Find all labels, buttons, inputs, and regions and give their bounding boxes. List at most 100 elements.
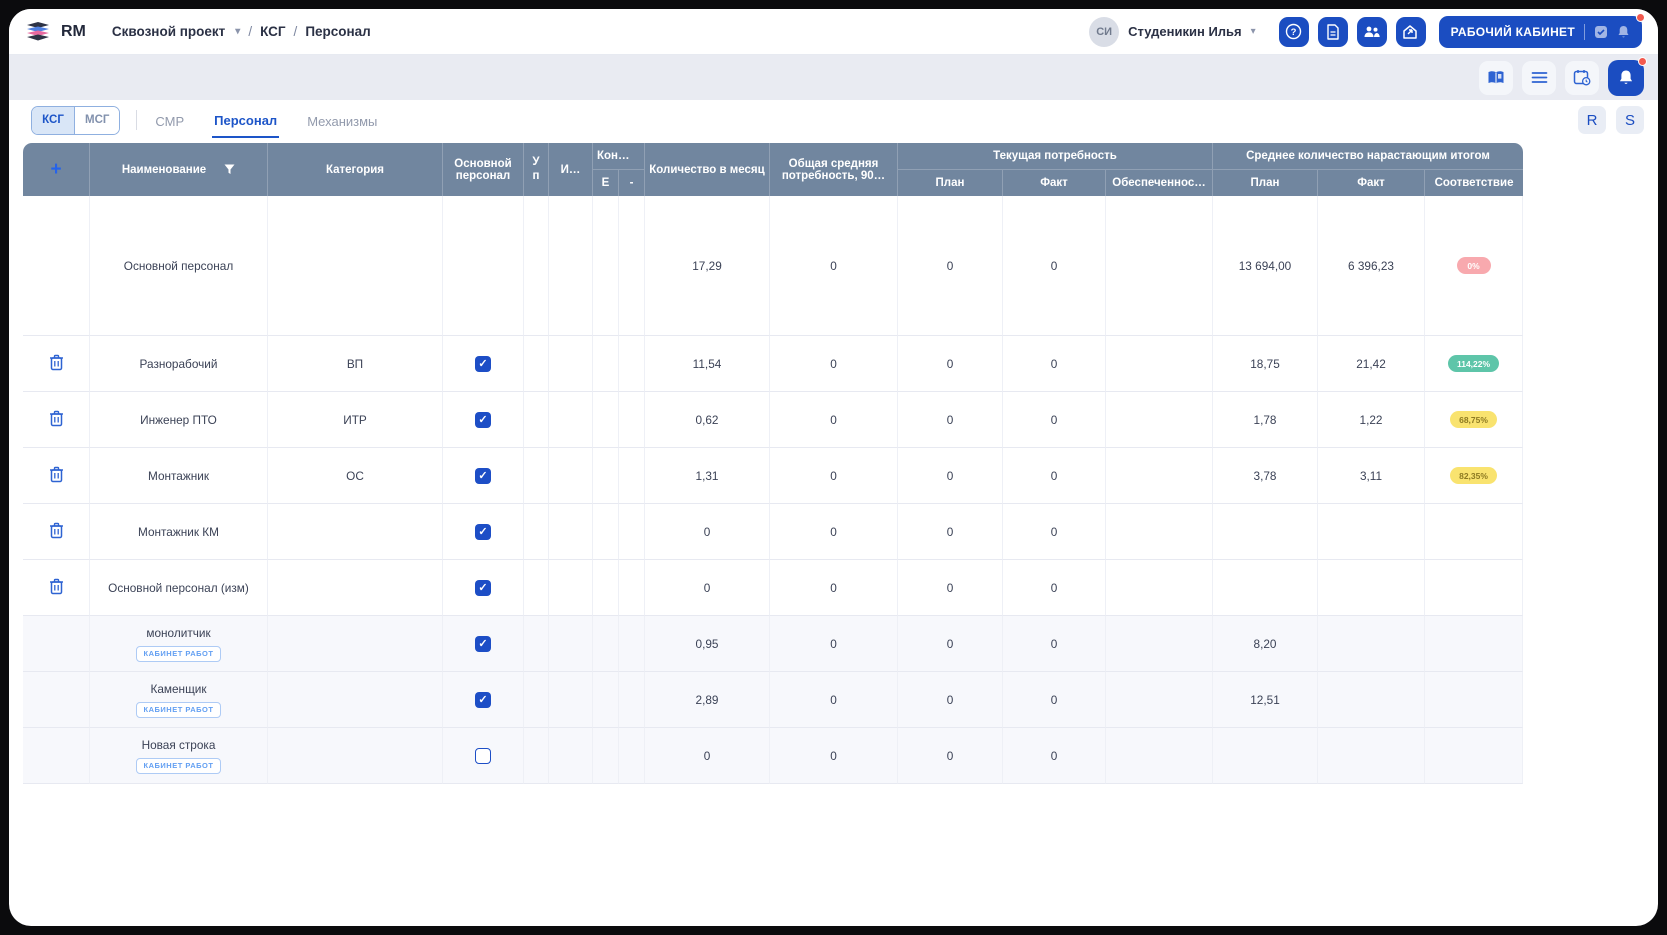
list-icon — [1531, 72, 1547, 83]
cell-actions — [23, 728, 90, 784]
table-row: Монтажник ОС ✓ 1,31 0 0 0 3,78 3,11 82,3… — [23, 448, 1524, 504]
cell-category: ВП — [268, 336, 443, 392]
avatar[interactable]: СИ — [1089, 16, 1120, 47]
column-header-up[interactable]: У п — [524, 143, 549, 196]
column-header-i[interactable]: И… — [549, 143, 593, 196]
cell-main-personnel: ✓ — [443, 616, 524, 672]
column-header-qty-month[interactable]: Количество в месяц — [645, 143, 770, 196]
personnel-table: + Наименование Категория Основной персон… — [23, 143, 1524, 784]
chevron-down-icon[interactable]: ▾ — [235, 26, 240, 37]
delete-row-button[interactable] — [49, 466, 64, 483]
cell-total-avg: 0 — [770, 336, 898, 392]
workspace-button[interactable]: РАБОЧИЙ КАБИНЕТ — [1438, 12, 1645, 48]
cell-provision — [1106, 336, 1213, 392]
add-row-button[interactable]: + — [50, 159, 61, 180]
main-personnel-checkbox[interactable]: ✓ — [475, 355, 491, 372]
cell-match — [1425, 504, 1524, 560]
app-logo-icon — [27, 21, 49, 40]
column-header-main-personnel[interactable]: Основной персонал — [443, 143, 524, 196]
cell-kon-e — [593, 196, 619, 336]
main-personnel-checkbox[interactable]: ✓ — [475, 691, 491, 708]
column-header-current-plan[interactable]: План — [898, 169, 1003, 196]
cell-name: монолитчик КАБИНЕТ РАБОТ — [90, 616, 268, 672]
cell-avg-plan — [1213, 560, 1318, 616]
cell-up — [524, 616, 549, 672]
cell-current-fact: 0 — [1003, 392, 1106, 448]
notifications-button[interactable] — [1608, 56, 1647, 96]
main-personnel-checkbox[interactable]: ✓ — [475, 635, 491, 652]
row-name: Монтажник — [147, 468, 210, 483]
main-personnel-checkbox[interactable]: ✓ — [475, 467, 491, 484]
schedule-button[interactable] — [1565, 60, 1599, 95]
column-header-avg-fact[interactable]: Факт — [1318, 169, 1425, 196]
column-header-provision[interactable]: Обеспеченнос… — [1106, 169, 1213, 196]
cell-category — [268, 196, 443, 336]
main-personnel-checkbox[interactable]: ✓ — [475, 579, 491, 596]
cell-current-fact: 0 — [1003, 728, 1106, 784]
breadcrumb-project[interactable]: Сквозной проект — [112, 24, 225, 39]
document-button[interactable] — [1317, 16, 1348, 47]
column-header-avg-plan[interactable]: План — [1213, 169, 1318, 196]
notification-dot — [1636, 12, 1645, 22]
s-button[interactable]: S — [1616, 106, 1644, 134]
work-cabinet-chip[interactable]: КАБИНЕТ РАБОТ — [135, 645, 222, 662]
tab-personnel[interactable]: Персонал — [212, 103, 280, 138]
main-personnel-checkbox[interactable]: ✓ — [475, 523, 491, 540]
column-header-match[interactable]: Соответствие — [1425, 169, 1524, 196]
cell-current-fact: 0 — [1003, 616, 1106, 672]
cell-kon-e — [593, 616, 619, 672]
cell-actions — [23, 336, 90, 392]
tab-mechanisms[interactable]: Механизмы — [305, 104, 379, 137]
cell-avg-fact: 6 396,23 — [1318, 196, 1425, 336]
delete-row-button[interactable] — [49, 410, 64, 427]
cell-kon-dash — [619, 504, 645, 560]
delete-row-button[interactable] — [49, 522, 64, 539]
column-header-current-fact[interactable]: Факт — [1003, 169, 1106, 196]
row-name: Инженер ПТО — [140, 412, 217, 427]
help-button[interactable]: ? — [1278, 16, 1309, 47]
cell-current-fact: 0 — [1003, 336, 1106, 392]
main-personnel-checkbox[interactable] — [475, 747, 491, 764]
bell-icon[interactable] — [1617, 25, 1630, 39]
breadcrumb-level1[interactable]: КСГ — [260, 24, 285, 39]
cell-current-plan: 0 — [898, 728, 1003, 784]
column-header-kon-e[interactable]: Е — [593, 169, 619, 196]
toggle-ksg[interactable]: КСГ — [32, 106, 74, 134]
delete-row-button[interactable] — [49, 354, 64, 371]
cell-category: ОС — [268, 448, 443, 504]
user-name[interactable]: Студеникин Илья — [1128, 24, 1241, 39]
cell-up — [524, 196, 549, 336]
delete-row-button[interactable] — [49, 578, 64, 595]
user-chevron-down-icon[interactable]: ▾ — [1251, 26, 1256, 37]
work-cabinet-chip[interactable]: КАБИНЕТ РАБОТ — [135, 701, 222, 718]
cell-current-plan: 0 — [898, 616, 1003, 672]
table-row: Монтажник КМ ✓ 0 0 0 0 — [23, 504, 1524, 560]
r-button[interactable]: R — [1578, 106, 1606, 134]
work-cabinet-chip[interactable]: КАБИНЕТ РАБОТ — [135, 757, 222, 774]
toggle-msg[interactable]: МСГ — [74, 106, 120, 134]
table-row: Основной персонал (изм) ✓ 0 0 0 0 — [23, 560, 1524, 616]
cell-total-avg: 0 — [770, 728, 898, 784]
cell-actions — [23, 560, 90, 616]
cell-kon-dash — [619, 728, 645, 784]
cell-kon-dash — [619, 336, 645, 392]
cell-current-plan: 0 — [898, 672, 1003, 728]
schedule-type-toggle: КСГ МСГ — [31, 105, 121, 135]
home-button[interactable] — [1395, 16, 1426, 47]
column-header-name[interactable]: Наименование — [90, 143, 268, 196]
list-view-button[interactable] — [1522, 60, 1556, 95]
cell-name: Новая строка КАБИНЕТ РАБОТ — [90, 728, 268, 784]
cell-total-avg: 0 — [770, 672, 898, 728]
breadcrumb-level2[interactable]: Персонал — [305, 24, 370, 39]
handbook-button[interactable] — [1479, 60, 1513, 95]
filter-icon[interactable] — [224, 164, 235, 175]
cell-name: Основной персонал — [90, 196, 268, 336]
team-button[interactable] — [1356, 16, 1387, 47]
tasks-icon[interactable] — [1594, 25, 1608, 39]
column-header-kon-dash[interactable]: - — [619, 169, 645, 196]
main-personnel-checkbox[interactable]: ✓ — [475, 411, 491, 428]
column-header-total-avg[interactable]: Общая средняя потребность, 90… — [770, 143, 898, 196]
cell-up — [524, 728, 549, 784]
column-header-category[interactable]: Категория — [268, 143, 443, 196]
tab-smr[interactable]: СМР — [153, 104, 186, 137]
